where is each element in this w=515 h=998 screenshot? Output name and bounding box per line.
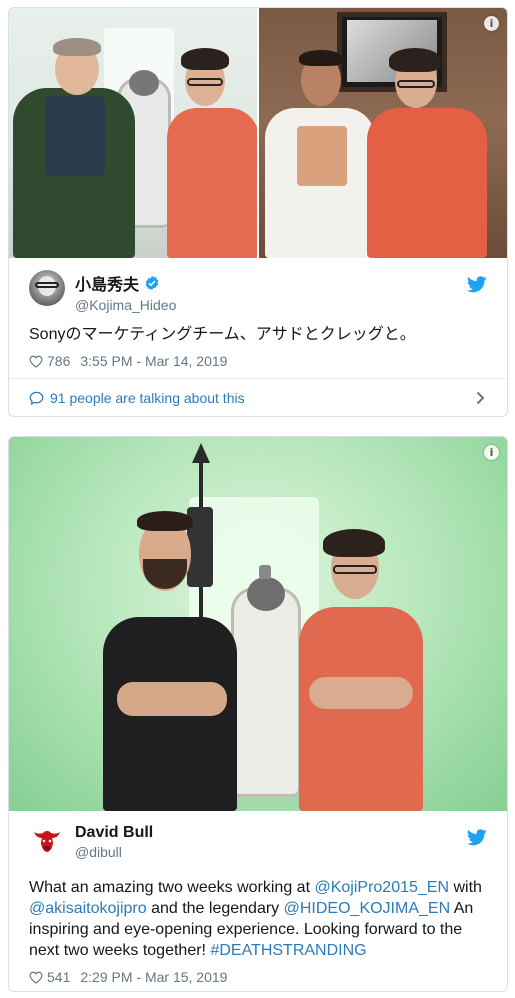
like-button[interactable]: 541	[29, 969, 70, 985]
mention-link-akisaito[interactable]: @akisaitokojipro	[29, 900, 147, 917]
heart-icon	[29, 355, 43, 368]
display-name[interactable]: David Bull	[75, 824, 153, 842]
tweet-header: David Bull @dibull	[9, 811, 507, 869]
screen-name[interactable]: @Kojima_Hideo	[75, 297, 176, 313]
tweet-media[interactable]: i	[9, 437, 507, 811]
kojima-avatar[interactable]	[29, 270, 65, 306]
tweet-meta: 786 3:55 PM - Mar 14, 2019	[9, 345, 507, 369]
hashtag-link-deathstranding[interactable]: #DEATHSTRANDING	[210, 942, 366, 959]
like-button[interactable]: 786	[29, 353, 70, 369]
bull-logo-icon	[34, 831, 60, 852]
comment-bubble-icon	[29, 391, 44, 405]
twitter-bird-icon[interactable]	[467, 276, 487, 293]
tweet-header: 小島秀夫 @Kojima_Hideo	[9, 258, 507, 316]
display-name[interactable]: 小島秀夫	[75, 271, 176, 295]
tweet-text: Sonyのマーケティングチーム、アサドとクレッグと。	[29, 326, 416, 343]
tweet-text: What an amazing two weeks working at @Ko…	[9, 869, 507, 961]
like-count: 786	[47, 353, 71, 369]
photo-david-bull-with-kojima[interactable]: i	[9, 437, 507, 811]
red-bull-avatar[interactable]	[29, 823, 65, 859]
chevron-right-icon[interactable]	[476, 391, 485, 405]
tweet-text-part: with	[449, 879, 482, 896]
tweet-text-part: What an amazing two weeks working at	[29, 879, 315, 896]
display-name-text: David Bull	[75, 824, 154, 841]
tweet-card-david-bull[interactable]: i David Bull @dibull What an amazing two…	[8, 436, 508, 992]
info-icon[interactable]: i	[484, 16, 499, 31]
talking-about-text: 91 people are talking about this	[50, 389, 245, 406]
verified-badge-icon	[145, 276, 159, 290]
tweet-media[interactable]: i	[9, 8, 507, 258]
info-icon[interactable]: i	[484, 445, 499, 460]
display-name-text: 小島秀夫	[75, 277, 140, 294]
screen-name[interactable]: @dibull	[75, 844, 153, 860]
mention-link-kojipro[interactable]: @KojiPro2015_EN	[314, 879, 449, 896]
tweet-meta: 541 2:29 PM - Mar 15, 2019	[9, 961, 507, 985]
mention-link-hideo-kojima[interactable]: @HIDEO_KOJIMA_EN	[284, 900, 451, 917]
photo-kojima-with-sony-colleague[interactable]: i	[259, 8, 507, 258]
tweet-timestamp[interactable]: 2:29 PM - Mar 15, 2019	[80, 969, 227, 985]
twitter-bird-icon[interactable]	[467, 829, 487, 846]
tweet-text-part: and the legendary	[146, 900, 284, 917]
talking-about-link[interactable]: 91 people are talking about this	[9, 378, 507, 416]
photo-kojima-with-sony-marketer[interactable]	[9, 8, 257, 258]
heart-icon	[29, 971, 43, 984]
tweet-card-kojima[interactable]: i 小島秀夫 @Kojima_Hideo Sonyのマーケティングチーム、アサド…	[8, 7, 508, 417]
tweet-timestamp[interactable]: 3:55 PM - Mar 14, 2019	[80, 353, 227, 369]
like-count: 541	[47, 969, 71, 985]
